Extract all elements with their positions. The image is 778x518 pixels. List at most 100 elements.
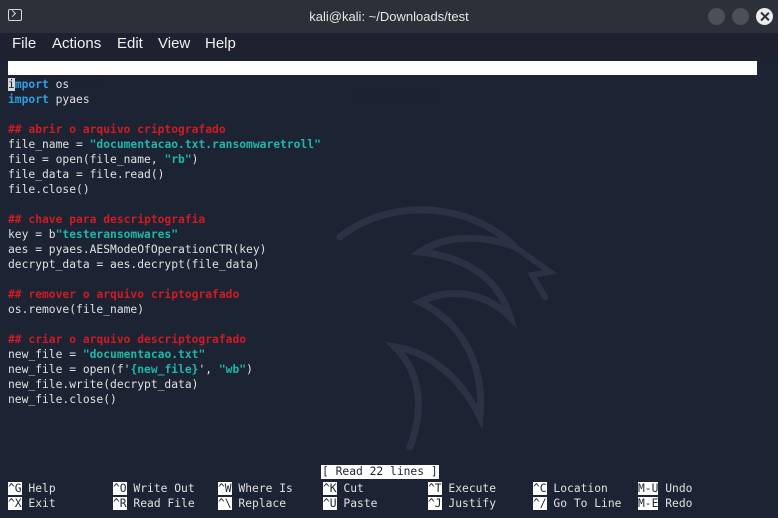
code-line[interactable]: key = b"testeransomwares" [8, 227, 321, 242]
shortcut-item[interactable]: M-U Undo [638, 481, 692, 496]
code-token: ', [198, 363, 219, 376]
shortcut-label: Location [553, 482, 608, 495]
shortcut-item[interactable]: ^K Cut [323, 481, 364, 496]
shortcut-label: Go To Line [553, 497, 622, 510]
shortcut-label: Paste [343, 497, 378, 510]
shortcut-item[interactable]: ^G Help [8, 481, 56, 496]
shortcut-item[interactable]: ^W Where Is [218, 481, 293, 496]
code-line[interactable]: ## chave para descriptografia [8, 212, 321, 227]
menu-bar: File Actions Edit View Help [0, 33, 778, 57]
code-token: os [48, 78, 70, 91]
shortcut-item[interactable]: ^X Exit [8, 496, 56, 511]
code-token: file = open(file_name, [8, 153, 165, 166]
code-line[interactable]: import os [8, 77, 321, 92]
code-line[interactable]: ## abrir o arquivo criptografado [8, 122, 321, 137]
shortcut-item[interactable]: ^\ Replace [218, 496, 286, 511]
code-line[interactable]: file_name = "documentacao.txt.ransomware… [8, 137, 321, 152]
shortcut-label: Redo [665, 497, 693, 510]
shortcut-label: Justify [448, 497, 497, 510]
kali-dragon-icon [336, 206, 558, 451]
code-token: os.remove(file_name) [8, 303, 145, 316]
shortcut-label: Where Is [238, 482, 293, 495]
code-line[interactable]: new_file.write(decrypt_data) [8, 377, 321, 392]
menu-actions[interactable]: Actions [52, 35, 101, 52]
code-token: ## remover o arquivo criptografado [8, 288, 240, 301]
shortcut-key: M-E [638, 497, 659, 510]
nano-filename: decrypter.py [358, 89, 440, 102]
code-line[interactable] [8, 107, 321, 122]
code-line[interactable]: file.close() [8, 182, 321, 197]
menu-view[interactable]: View [158, 35, 190, 52]
terminal-area[interactable]: GNU nano 6.3 decrypter.py import os impor… [0, 57, 778, 518]
menu-file[interactable]: File [12, 35, 36, 52]
menu-edit[interactable]: Edit [117, 35, 143, 52]
code-token: new_file = [8, 348, 83, 361]
nano-header: GNU nano 6.3 decrypter.py [8, 61, 757, 102]
menu-help[interactable]: Help [205, 35, 236, 52]
code-line[interactable]: decrypt_data = aes.decrypt(file_data) [8, 257, 321, 272]
code-token: file.close() [8, 183, 90, 196]
code-line[interactable] [8, 317, 321, 332]
code-token: decrypt_data = aes.decrypt(file_data) [8, 258, 260, 271]
shortcut-item[interactable]: ^U Paste [323, 496, 377, 511]
shortcut-key: M-U [638, 482, 659, 495]
shortcut-label: Write Out [133, 482, 195, 495]
shortcut-label: Undo [665, 482, 693, 495]
text-cursor: i [8, 78, 15, 91]
shortcut-key: ^R [113, 497, 127, 510]
code-token: ) [191, 153, 199, 166]
shortcut-key: ^K [323, 482, 337, 495]
code-token: new_file.close() [8, 393, 117, 406]
code-token: "rb" [164, 153, 192, 166]
shortcut-item[interactable]: ^/ Go To Line [533, 496, 621, 511]
code-line[interactable] [8, 272, 321, 287]
code-line[interactable]: file = open(file_name, "rb") [8, 152, 321, 167]
shortcut-item[interactable]: ^J Justify [428, 496, 496, 511]
code-line[interactable]: new_file = open(f'{new_file}', "wb") [8, 362, 321, 377]
shortcut-key: ^W [218, 482, 232, 495]
code-line[interactable]: aes = pyaes.AESModeOfOperationCTR(key) [8, 242, 321, 257]
code-line[interactable]: file_data = file.read() [8, 167, 321, 182]
code-editor[interactable]: import os import pyaes ## abrir o arquivo … [8, 77, 321, 407]
maximize-button[interactable] [732, 8, 749, 25]
code-token: ## chave para descriptografia [8, 213, 206, 226]
window-title: kali@kali: ~/Downloads/test [309, 9, 469, 24]
shortcut-key: ^O [113, 482, 127, 495]
shortcut-label: Read File [133, 497, 195, 510]
code-token: new_file.write(decrypt_data) [8, 378, 199, 391]
code-token: import [8, 93, 49, 106]
code-token: "documentacao.txt.ransomwaretroll" [89, 138, 321, 151]
code-token: ) [246, 363, 253, 376]
code-token: ## abrir o arquivo criptografado [8, 123, 226, 136]
code-line[interactable]: import pyaes [8, 92, 321, 107]
shortcut-item[interactable]: ^C Location [533, 481, 608, 496]
shortcut-label: Replace [238, 497, 287, 510]
close-button[interactable] [756, 8, 773, 25]
code-token: "testeransomwares" [55, 228, 179, 241]
code-token: ## criar o arquivo descriptografado [8, 333, 247, 346]
code-token: {new_file} [130, 363, 199, 376]
code-line[interactable]: ## criar o arquivo descriptografado [8, 332, 321, 347]
shortcut-label: Cut [343, 482, 364, 495]
code-token: pyaes [48, 93, 90, 106]
code-token: new_file = open(f' [8, 363, 131, 376]
shortcut-label: Help [28, 482, 56, 495]
code-line[interactable]: new_file.close() [8, 392, 321, 407]
code-token: "wb" [218, 363, 247, 376]
code-token: file_name = [8, 138, 90, 151]
code-line[interactable]: os.remove(file_name) [8, 302, 321, 317]
shortcut-item[interactable]: ^R Read File [113, 496, 195, 511]
title-bar[interactable]: kali@kali: ~/Downloads/test [0, 0, 778, 33]
shortcut-item[interactable]: ^O Write Out [113, 481, 195, 496]
minimize-button[interactable] [708, 8, 725, 25]
code-line[interactable]: new_file = "documentacao.txt" [8, 347, 321, 362]
code-line[interactable]: ## remover o arquivo criptografado [8, 287, 321, 302]
shortcut-key: ^T [428, 482, 442, 495]
status-message: [ Read 22 lines ] [321, 465, 439, 479]
shortcut-item[interactable]: ^T Execute [428, 481, 496, 496]
shortcut-key: ^/ [533, 497, 547, 510]
shortcut-key: ^\ [218, 497, 232, 510]
code-token: "documentacao.txt" [82, 348, 206, 361]
shortcut-item[interactable]: M-E Redo [638, 496, 692, 511]
code-line[interactable] [8, 197, 321, 212]
